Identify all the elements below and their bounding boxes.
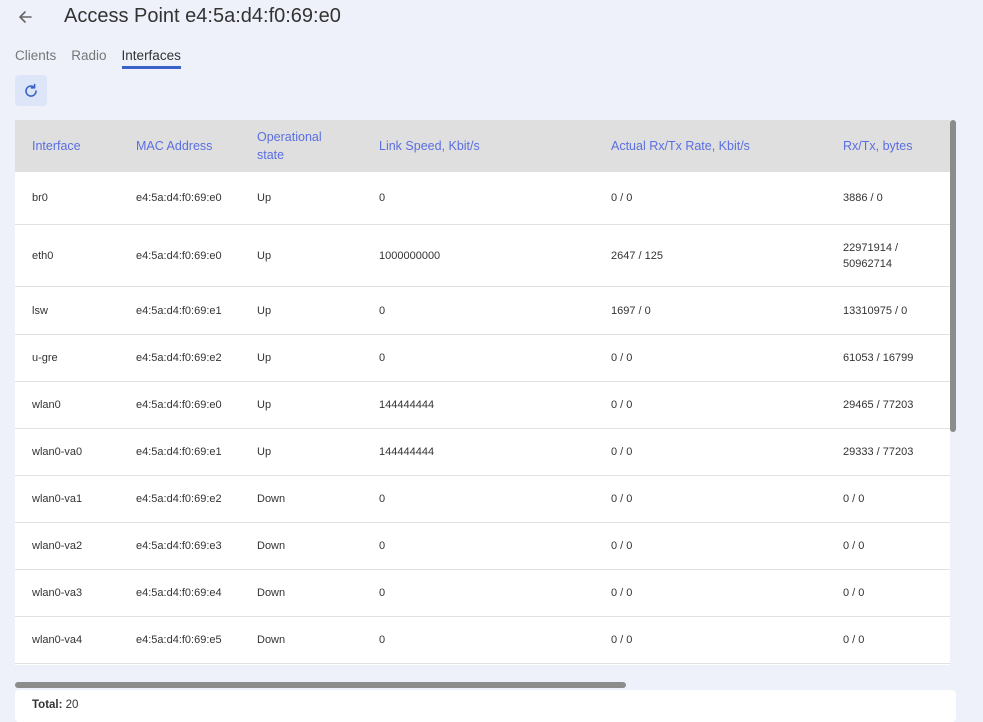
cell-operational-state: Up xyxy=(257,304,272,317)
cell-operational-state: Down xyxy=(257,634,286,646)
cell-rx-tx-bytes: 13310975 / 0 xyxy=(843,304,908,317)
page-header: Access Point e4:5a:d4:f0:69:e0 xyxy=(0,0,983,36)
cell-link-speed: 144444444 xyxy=(379,446,435,458)
cell-interface: lsw xyxy=(32,304,48,317)
cell-interface: wlan0-va2 xyxy=(32,540,83,552)
arrow-left-icon xyxy=(19,11,32,23)
cell-link-speed: 0 xyxy=(379,587,386,599)
cell-interface: u-gre xyxy=(32,352,58,364)
cell-operational-state: Up xyxy=(257,249,272,262)
cell-interface: br0 xyxy=(32,192,48,204)
cell-mac-address: e4:5a:d4:f0:69:e5 xyxy=(136,634,222,646)
table-header: Interface MAC Address Operational state … xyxy=(15,120,950,172)
cell-interface: wlan0-va0 xyxy=(32,446,83,458)
cell-mac-address: e4:5a:d4:f0:69:e1 xyxy=(136,304,222,317)
cell-mac-address: e4:5a:d4:f0:69:e0 xyxy=(136,192,222,204)
cell-operational-state: Down xyxy=(257,587,286,599)
cell-actual-rate: 0 / 0 xyxy=(611,399,633,411)
cell-operational-state: Up xyxy=(257,446,272,458)
table-row[interactable]: lsw e4:5a:d4:f0:69:e1 Up 0 1697 / 0 13310975 … xyxy=(15,287,950,335)
cell-actual-rate: 0 / 0 xyxy=(611,587,633,599)
cell-interface: eth0 xyxy=(32,249,54,262)
cell-actual-rate: 1697 / 0 xyxy=(611,304,651,317)
cell-operational-state: Up xyxy=(257,399,272,411)
cell-actual-rate: 0 / 0 xyxy=(611,192,633,204)
tab-radio[interactable]: Radio xyxy=(71,47,106,69)
cell-mac-address: e4:5a:d4:f0:69:e3 xyxy=(136,540,222,552)
cell-link-speed: 144444444 xyxy=(379,399,435,411)
cell-link-speed: 1000000000 xyxy=(379,249,441,262)
column-header-actual-rate[interactable]: Actual Rx/Tx Rate, Kbit/s xyxy=(611,120,831,172)
table-footer: Total: 20 xyxy=(15,690,956,722)
cell-interface: wlan0-va4 xyxy=(32,634,83,646)
cell-mac-address: e4:5a:d4:f0:69:e2 xyxy=(136,352,222,364)
back-button[interactable] xyxy=(12,4,38,30)
cell-interface: wlan0-va3 xyxy=(32,587,83,599)
cell-mac-address: e4:5a:d4:f0:69:e0 xyxy=(136,399,222,411)
page-title: Access Point e4:5a:d4:f0:69:e0 xyxy=(64,5,341,27)
cell-mac-address: e4:5a:d4:f0:69:e2 xyxy=(136,493,222,505)
cell-mac-address: e4:5a:d4:f0:69:e0 xyxy=(136,249,222,262)
interfaces-table: Interface MAC Address Operational state … xyxy=(15,120,950,665)
cell-link-speed: 0 xyxy=(379,493,386,505)
table-row[interactable]: br0 e4:5a:d4:f0:69:e0 Up 0 0 / 0 3886 / 0 xyxy=(15,172,950,225)
total-value: 20 xyxy=(65,699,79,711)
cell-rx-tx-bytes: 0 / 0 xyxy=(843,540,865,552)
column-header-link-speed[interactable]: Link Speed, Kbit/s xyxy=(379,120,599,172)
cell-interface: wlan0-va1 xyxy=(32,493,83,505)
cell-operational-state: Up xyxy=(257,352,272,364)
cell-actual-rate: 0 / 0 xyxy=(611,540,633,552)
table-row[interactable]: wlan0-va3 e4:5a:d4:f0:69:e4 Down 0 0 / 0 0 / … xyxy=(15,570,950,617)
cell-rx-tx-bytes: 0 / 0 xyxy=(843,587,865,599)
table-row[interactable]: wlan0-va0 e4:5a:d4:f0:69:e1 Up 144444444 0 /… xyxy=(15,429,950,476)
table-row[interactable]: eth0 e4:5a:d4:f0:69:e0 Up 1000000000 2647 / … xyxy=(15,225,950,287)
cell-mac-address: e4:5a:d4:f0:69:e4 xyxy=(136,587,222,599)
cell-link-speed: 0 xyxy=(379,634,386,646)
cell-actual-rate: 0 / 0 xyxy=(611,634,633,646)
total-label: Total: xyxy=(32,699,63,711)
cell-rx-tx-bytes: 3886 / 0 xyxy=(843,192,883,204)
refresh-button[interactable] xyxy=(15,75,47,106)
cell-mac-address: e4:5a:d4:f0:69:e1 xyxy=(136,446,222,458)
column-header-operational-state[interactable]: Operational state xyxy=(257,120,347,172)
cell-operational-state: Down xyxy=(257,540,286,552)
cell-rx-tx-bytes: 61053 / 16799 xyxy=(843,352,914,364)
cell-link-speed: 0 xyxy=(379,304,386,317)
cell-rx-tx-bytes: 0 / 0 xyxy=(843,493,865,505)
refresh-icon xyxy=(25,83,37,97)
table-row[interactable]: u-gre e4:5a:d4:f0:69:e2 Up 0 0 / 0 61053 / 16… xyxy=(15,335,950,382)
cell-operational-state: Down xyxy=(257,493,286,505)
cell-operational-state: Up xyxy=(257,192,272,204)
cell-link-speed: 0 xyxy=(379,192,386,204)
column-header-rx-tx-bytes[interactable]: Rx/Tx, bytes xyxy=(843,120,948,172)
tab-interfaces[interactable]: Interfaces xyxy=(121,47,181,69)
tab-bar: Clients Radio Interfaces xyxy=(15,47,196,69)
horizontal-scrollbar[interactable] xyxy=(15,682,626,688)
column-header-mac-address[interactable]: MAC Address xyxy=(136,120,216,172)
table-row[interactable]: wlan0-va1 e4:5a:d4:f0:69:e2 Down 0 0 / 0 0 / … xyxy=(15,476,950,523)
cell-actual-rate: 0 / 0 xyxy=(611,493,633,505)
cell-rx-tx-bytes: 29465 / 77203 xyxy=(843,399,914,411)
column-header-interface[interactable]: Interface xyxy=(32,120,132,172)
cell-actual-rate: 0 / 0 xyxy=(611,446,633,458)
cell-link-speed: 0 xyxy=(379,352,386,364)
cell-rx-tx-bytes: 0 / 0 xyxy=(843,634,865,646)
table-row[interactable]: wlan0 e4:5a:d4:f0:69:e0 Up 144444444 0 / 0 29… xyxy=(15,382,950,429)
cell-actual-rate: 2647 / 125 xyxy=(611,249,663,262)
tab-clients[interactable]: Clients xyxy=(15,47,56,69)
cell-actual-rate: 0 / 0 xyxy=(611,352,633,364)
total-count: Total: 20 xyxy=(32,699,78,711)
cell-interface: wlan0 xyxy=(32,399,61,411)
cell-rx-tx-bytes: 29333 / 77203 xyxy=(843,446,914,458)
table-row[interactable]: wlan0-va4 e4:5a:d4:f0:69:e5 Down 0 0 / 0 0 / … xyxy=(15,617,950,664)
cell-rx-tx-bytes: 22971914 / 50962714 xyxy=(843,241,899,270)
cell-link-speed: 0 xyxy=(379,540,386,552)
table-row[interactable]: wlan0-va2 e4:5a:d4:f0:69:e3 Down 0 0 / 0 0 / … xyxy=(15,523,950,570)
vertical-scrollbar[interactable] xyxy=(950,120,956,432)
